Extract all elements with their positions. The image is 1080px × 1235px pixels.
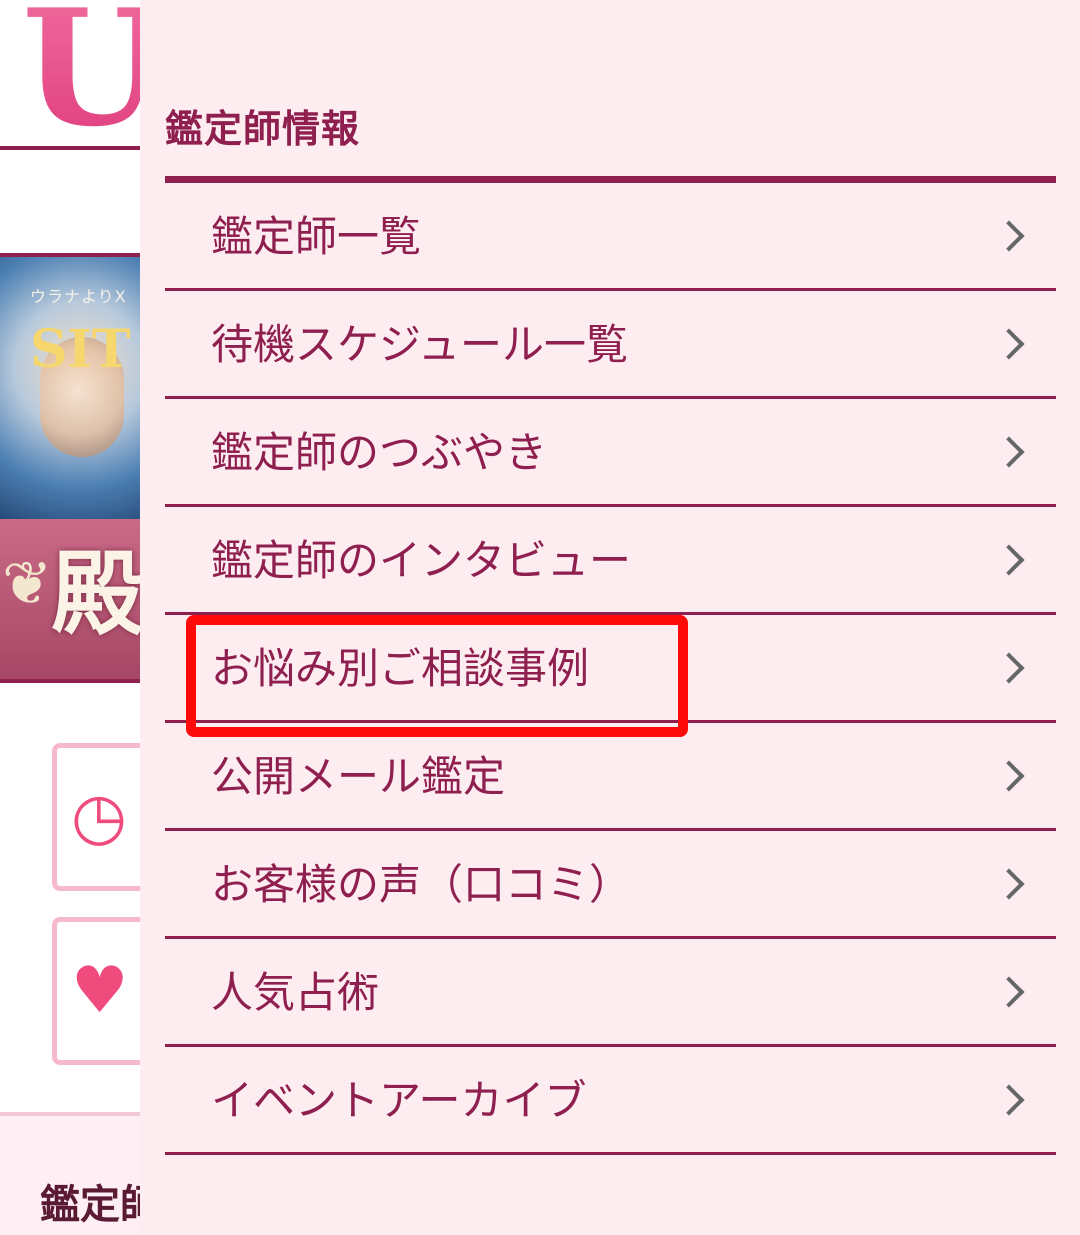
menu-item-event-archive[interactable]: イベントアーカイブ xyxy=(165,1047,1056,1155)
menu-item-label: 待機スケジュール一覧 xyxy=(211,320,629,369)
chevron-right-icon xyxy=(993,220,1025,252)
menu-item-label: 鑑定師一覧 xyxy=(211,212,422,261)
banner-title-area: ❦ 殿 xyxy=(0,519,140,679)
menu-item-schedule[interactable]: 待機スケジュール一覧 xyxy=(165,291,1056,399)
ornament-icon: ❦ xyxy=(2,549,53,619)
menu-item-label: お客様の声（口コミ） xyxy=(211,860,632,909)
menu-item-label: イベントアーカイブ xyxy=(211,1076,587,1125)
menu-item-label: お悩み別ご相談事例 xyxy=(211,644,590,693)
menu-item-reviews[interactable]: お客様の声（口コミ） xyxy=(165,831,1056,939)
menu-item-interviews[interactable]: 鑑定師のインタビュー xyxy=(165,507,1056,615)
chevron-right-icon xyxy=(993,652,1025,684)
section-heading: 鑑定師 xyxy=(40,1182,140,1228)
menu-item-label: 鑑定師のつぶやき xyxy=(211,428,548,477)
feature-card-favorite[interactable]: ♥ xyxy=(52,917,140,1065)
menu-list: 鑑定師一覧 待機スケジュール一覧 鑑定師のつぶやき 鑑定師のインタビュー お悩み… xyxy=(165,183,1056,1155)
menu-item-fortune-teller-list[interactable]: 鑑定師一覧 xyxy=(165,183,1056,291)
banner-title: 殿 xyxy=(52,540,140,648)
chevron-right-icon xyxy=(993,976,1025,1008)
chevron-right-icon xyxy=(993,868,1025,900)
clock-user-icon: ◷ xyxy=(71,780,127,854)
menu-item-label: 公開メール鑑定 xyxy=(211,752,506,801)
banner-badge: SIT xyxy=(30,319,131,380)
menu-item-tweets[interactable]: 鑑定師のつぶやき xyxy=(165,399,1056,507)
navigation-menu: 鑑定師情報 鑑定師一覧 待機スケジュール一覧 鑑定師のつぶやき 鑑定師のインタビ… xyxy=(140,0,1080,1235)
feature-card-schedule[interactable]: ◷ xyxy=(52,743,140,891)
banner-photo: ウラナよりX SIT xyxy=(0,257,140,519)
chevron-right-icon xyxy=(993,760,1025,792)
menu-heading-divider xyxy=(165,176,1056,183)
header-divider xyxy=(0,146,140,150)
menu-heading: 鑑定師情報 xyxy=(165,107,361,151)
background-page: U ウラナよりX SIT ❦ 殿 ◷ ♥ 鑑定師 xyxy=(0,0,140,1235)
menu-item-label: 人気占術 xyxy=(211,968,380,1017)
chevron-right-icon xyxy=(993,544,1025,576)
fortune-teller-banner[interactable]: ウラナよりX SIT ❦ 殿 xyxy=(0,253,140,683)
menu-item-label: 鑑定師のインタビュー xyxy=(211,536,632,585)
chevron-right-icon xyxy=(993,328,1025,360)
menu-item-consultation-cases[interactable]: お悩み別ご相談事例 xyxy=(165,615,1056,723)
chevron-right-icon xyxy=(993,1084,1025,1116)
banner-subtitle: ウラナよりX xyxy=(30,287,127,306)
heart-icon: ♥ xyxy=(71,954,129,1028)
site-logo[interactable]: U xyxy=(22,0,140,148)
chevron-right-icon xyxy=(993,436,1025,468)
menu-item-popular-divination[interactable]: 人気占術 xyxy=(165,939,1056,1047)
bottom-section: 鑑定師 xyxy=(0,1112,140,1235)
menu-item-public-mail-reading[interactable]: 公開メール鑑定 xyxy=(165,723,1056,831)
